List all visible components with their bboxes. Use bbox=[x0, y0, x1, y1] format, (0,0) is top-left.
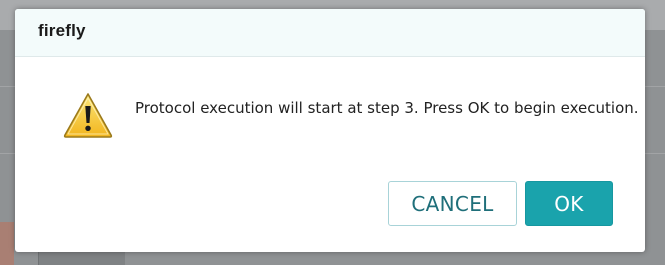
dialog-message: Protocol execution will start at step 3.… bbox=[135, 99, 639, 117]
ok-button-label: OK bbox=[554, 191, 584, 216]
dialog-title: firefly bbox=[38, 21, 86, 40]
backdrop-plate-thumbnail bbox=[0, 222, 14, 265]
cancel-button-label: CANCEL bbox=[411, 191, 494, 216]
dialog-header: firefly bbox=[15, 9, 645, 57]
ok-button[interactable]: OK bbox=[525, 181, 613, 226]
backdrop-panel bbox=[38, 252, 125, 265]
cancel-button[interactable]: CANCEL bbox=[388, 181, 517, 226]
warning-icon bbox=[63, 93, 113, 138]
confirm-dialog: firefly Protocol execution will start at… bbox=[15, 9, 645, 252]
